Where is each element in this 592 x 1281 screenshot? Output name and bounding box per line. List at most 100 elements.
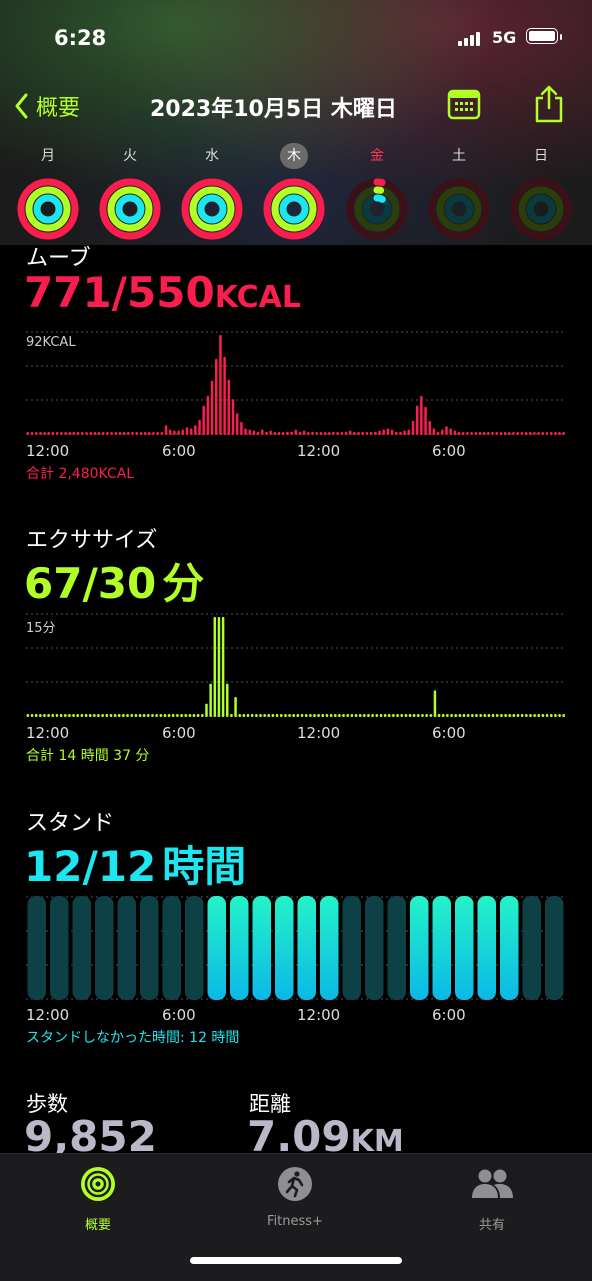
activity-ring — [346, 178, 408, 240]
chart-bar — [217, 617, 221, 717]
chart-bar — [323, 432, 327, 435]
day-label: 日 — [534, 148, 548, 164]
chart-bar — [346, 714, 349, 717]
chart-bar — [338, 714, 341, 717]
chart-bar — [201, 714, 204, 717]
ring-track — [526, 194, 556, 224]
chart-bar — [411, 420, 415, 435]
chart-bar — [445, 426, 448, 435]
chart-bar — [382, 429, 385, 435]
chart-bar — [263, 714, 266, 717]
exercise-value-number: 67/30 — [24, 559, 157, 608]
back-button[interactable]: 概要 — [14, 90, 80, 122]
chart-bar — [558, 714, 561, 717]
chart-bar — [256, 431, 260, 435]
day-1[interactable]: 火 — [98, 143, 162, 245]
chart-bar — [437, 714, 441, 717]
chart-bar — [350, 714, 354, 717]
chart-bar — [60, 432, 63, 435]
chart-bar — [400, 714, 403, 717]
chart-bar — [261, 429, 264, 435]
status-time: 6:28 — [54, 26, 107, 50]
chart-bar — [307, 432, 310, 435]
chart-bar — [462, 714, 466, 717]
chart-bar — [138, 714, 142, 717]
chart-bar — [325, 714, 329, 717]
chart-bar — [26, 714, 30, 717]
chart-bar — [354, 714, 358, 717]
stand-hour-bar — [50, 896, 69, 1000]
exercise-max-label: 15分 — [26, 621, 56, 636]
chart-bar — [210, 380, 214, 435]
day-2[interactable]: 水 — [180, 143, 244, 245]
chart-bar — [159, 714, 163, 717]
day-5[interactable]: 土 — [427, 143, 491, 245]
chart-bar — [248, 429, 251, 435]
stand-value: 12/12 時間 — [24, 833, 246, 894]
stand-hour-bar — [27, 896, 46, 1000]
x-tick-label: 12:00 — [26, 724, 70, 742]
move-max-label: 92KCAL — [26, 335, 76, 350]
stand-hour-bar — [230, 896, 249, 1000]
chart-bar — [284, 714, 287, 717]
tab-summary[interactable]: 概要 — [28, 1164, 168, 1233]
activity-ring — [263, 178, 325, 240]
chart-bar — [135, 432, 138, 435]
chart-bar — [528, 432, 532, 435]
tab-fitness-plus[interactable]: Fitness+ — [225, 1164, 365, 1229]
chart-bar — [471, 714, 474, 717]
chart-bar — [221, 617, 225, 717]
chart-bar — [43, 432, 46, 435]
stand-value-number: 12/12 — [24, 842, 157, 891]
stand-hour-bar — [522, 896, 541, 1000]
chart-bar — [209, 683, 212, 717]
stand-hour-bar — [365, 896, 384, 1000]
back-label: 概要 — [36, 96, 81, 121]
x-tick-label: 6:00 — [432, 1006, 466, 1024]
chart-bar — [367, 714, 370, 717]
chart-bar — [246, 714, 250, 717]
day-label: 月 — [41, 148, 55, 164]
day-6[interactable]: 日 — [509, 143, 573, 245]
chart-bar — [130, 714, 133, 717]
chart-bar — [549, 432, 553, 435]
chart-bar — [273, 431, 277, 435]
tab-sharing[interactable]: 共有 — [422, 1164, 562, 1233]
chart-bar — [525, 714, 528, 717]
chart-bar — [483, 714, 487, 717]
chart-bar — [151, 714, 154, 717]
chart-bar — [294, 429, 298, 435]
chart-bar — [155, 714, 158, 717]
share-icon[interactable] — [532, 84, 566, 124]
chart-bar — [417, 714, 420, 717]
x-tick-label: 12:00 — [26, 1006, 70, 1024]
chart-bar — [269, 430, 272, 435]
chart-bar — [55, 432, 59, 435]
calendar-icon[interactable] — [447, 88, 481, 120]
chart-bar — [407, 429, 411, 435]
ring-stand — [197, 194, 227, 224]
chart-bar — [300, 714, 304, 717]
home-indicator[interactable] — [190, 1257, 402, 1264]
chart-bar — [126, 714, 129, 717]
chart-bar — [176, 714, 179, 717]
chart-bar — [122, 714, 125, 717]
day-4[interactable]: 金 — [345, 143, 409, 245]
chart-bar — [441, 429, 444, 435]
chart-bar — [59, 714, 63, 717]
chart-bar — [512, 714, 516, 717]
tab-sharing-label: 共有 — [478, 1218, 505, 1233]
chart-bar — [379, 714, 383, 717]
day-3[interactable]: 木 — [262, 143, 326, 245]
exercise-total: 合計 14 時間 37 分 — [26, 748, 150, 764]
day-0[interactable]: 月 — [16, 143, 80, 245]
stand-hour-bar — [342, 896, 361, 1000]
chart-bar — [562, 432, 565, 435]
chart-bar — [196, 714, 200, 717]
day-label: 木 — [280, 143, 308, 169]
chart-bar — [127, 432, 130, 435]
chart-bar — [244, 428, 247, 435]
chart-bar — [421, 714, 424, 717]
chart-bar — [226, 683, 229, 717]
chart-bar — [482, 432, 486, 435]
